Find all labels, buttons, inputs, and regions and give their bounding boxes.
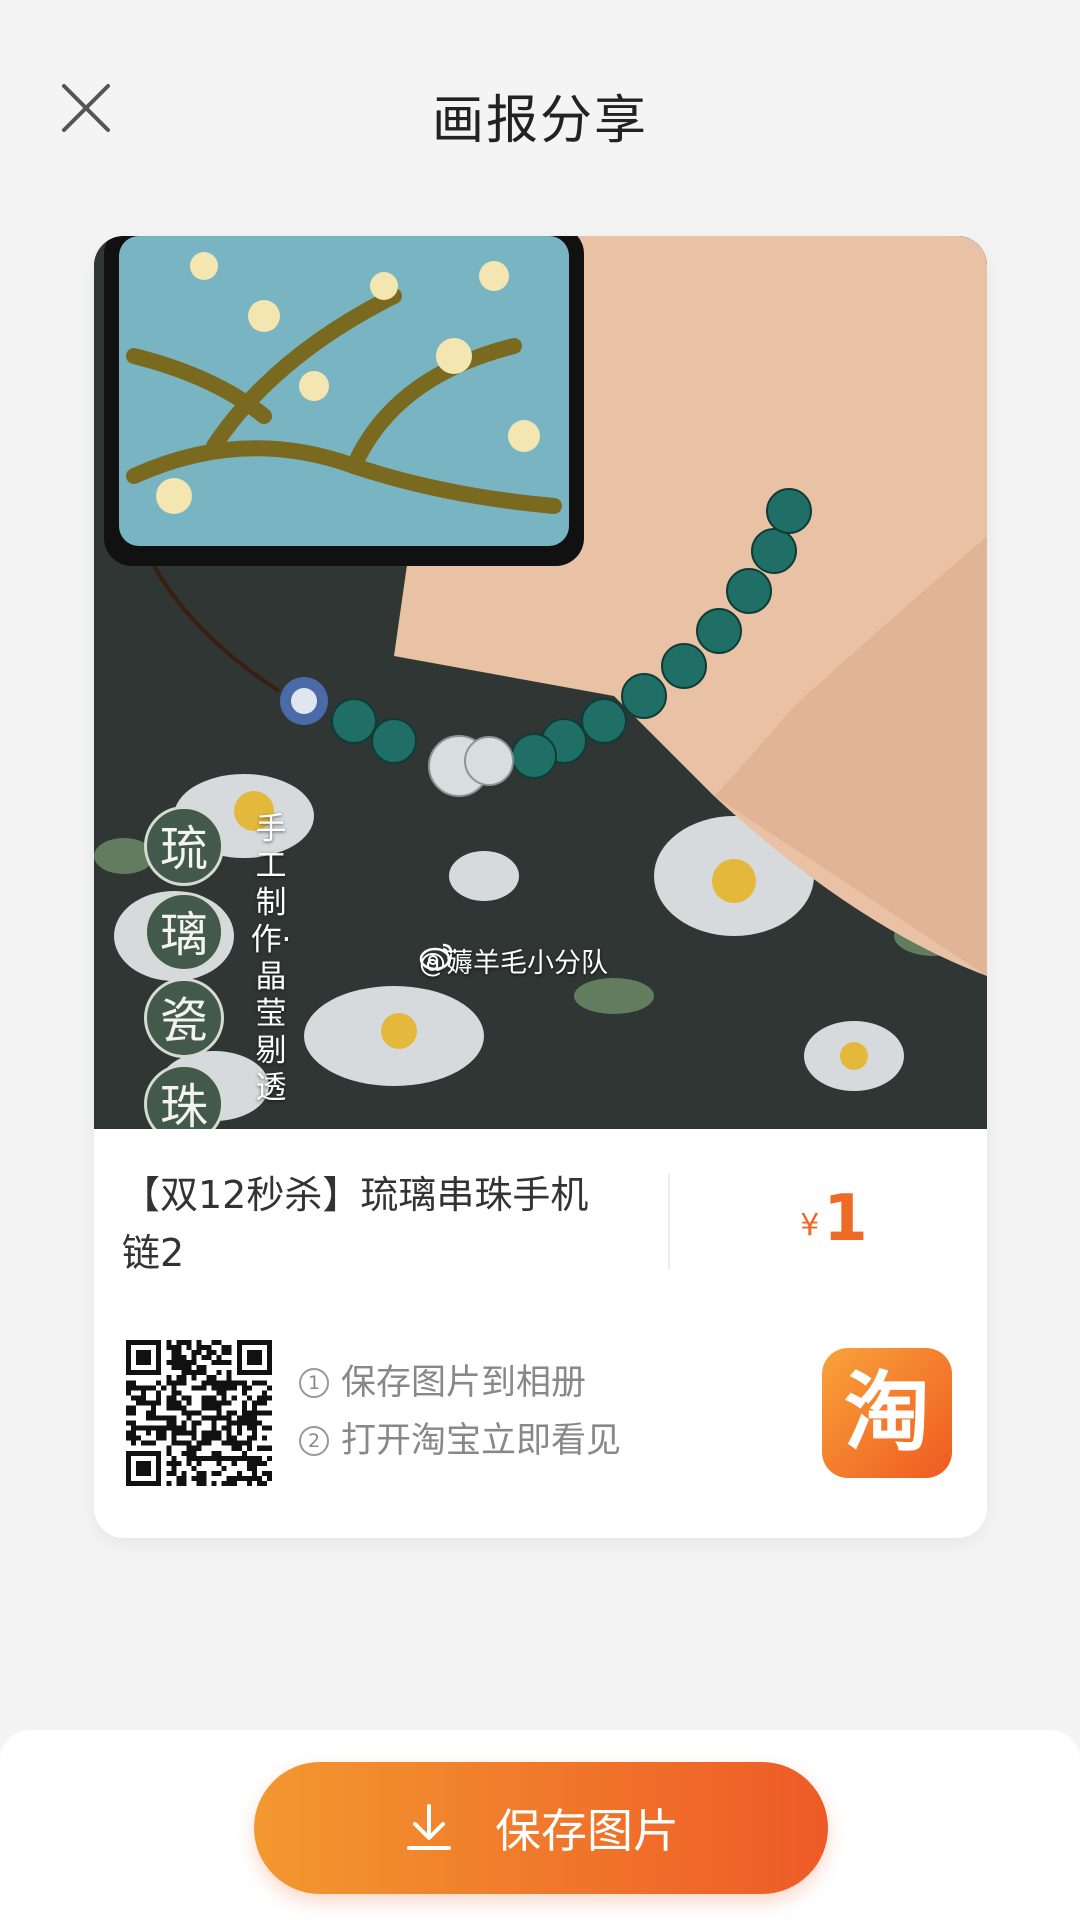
price-currency: ¥ — [800, 1208, 820, 1243]
step-number: 2 — [299, 1426, 329, 1456]
price: ¥1 — [714, 1182, 954, 1256]
step-text: 保存图片到相册 — [341, 1363, 587, 1403]
step-text: 打开淘宝立即看见 — [341, 1421, 622, 1461]
header: 画报分享 — [0, 0, 1080, 220]
save-button-label: 保存图片 — [495, 1804, 679, 1858]
poster-card: 琉 璃 瓷 珠 手工制作·晶莹剔透 @薅羊毛小分队 【双12秒杀】琉璃串珠手机链… — [94, 236, 987, 1538]
vertical-title: 琉 璃 瓷 珠 — [144, 806, 224, 1129]
weibo-icon — [419, 943, 453, 971]
qr-code — [126, 1340, 272, 1486]
instruction-step: 1 保存图片到相册 — [299, 1354, 621, 1412]
instructions: 1 保存图片到相册 2 打开淘宝立即看见 — [299, 1354, 621, 1470]
share-poster-page: 画报分享 琉 璃 瓷 珠 手工制作·晶莹剔透 @薅羊毛小分队 【双12秒杀】琉璃… — [0, 0, 1080, 1920]
taobao-logo: 淘 — [822, 1348, 952, 1478]
title-char: 琉 — [144, 806, 224, 886]
title-char: 瓷 — [144, 978, 224, 1058]
watermark: @薅羊毛小分队 — [419, 941, 608, 980]
product-photo-illustration — [94, 236, 987, 1129]
title-char: 璃 — [144, 892, 224, 972]
vertical-subtitle: 手工制作·晶莹剔透 — [250, 811, 292, 1106]
title-char: 珠 — [144, 1064, 224, 1129]
divider — [668, 1174, 670, 1270]
instruction-step: 2 打开淘宝立即看见 — [299, 1412, 621, 1470]
product-photo: 琉 璃 瓷 珠 手工制作·晶莹剔透 @薅羊毛小分队 — [94, 236, 987, 1129]
page-title: 画报分享 — [431, 91, 648, 151]
download-icon — [407, 1804, 451, 1850]
product-title: 【双12秒杀】琉璃串珠手机链2 — [122, 1173, 589, 1275]
qr-code-graphic — [126, 1340, 272, 1486]
save-image-button[interactable]: 保存图片 — [254, 1762, 828, 1894]
price-value: 1 — [823, 1182, 868, 1256]
step-number: 1 — [299, 1368, 329, 1398]
